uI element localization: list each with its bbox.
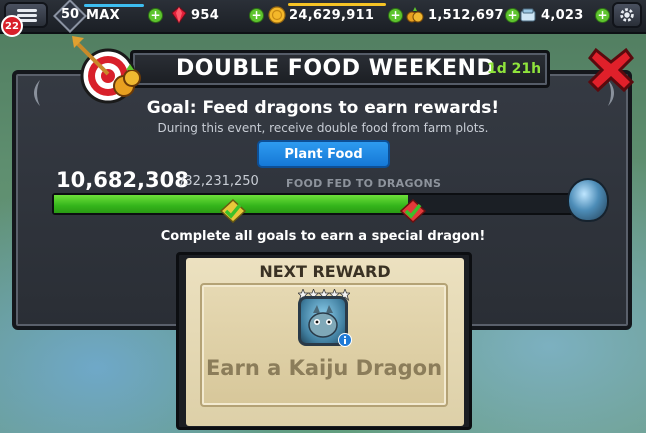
elixir-icon — [520, 8, 536, 22]
settings-button[interactable] — [612, 2, 642, 28]
plant-food-button[interactable]: Plant Food — [257, 140, 390, 168]
add-food-button[interactable]: + — [505, 8, 520, 23]
gold-count: 24,629,911 — [289, 8, 375, 23]
add-gold-button[interactable]: + — [388, 8, 403, 23]
gem-icon — [171, 6, 187, 24]
milestone-marker-icon — [400, 199, 426, 223]
reward-text: Earn a Kaiju Dragon — [205, 356, 443, 380]
gear-icon — [620, 8, 634, 22]
gems-count: 954 — [191, 8, 220, 23]
complete-goals-hint: Complete all goals to earn a special dra… — [160, 229, 486, 244]
notification-badge: 22 — [1, 15, 23, 37]
xp-bar — [84, 4, 144, 7]
dragon-egg-icon — [567, 178, 609, 222]
food-fed-total: /32,231,250 — [180, 174, 259, 189]
food-icon — [406, 7, 424, 23]
milestone-marker-icon — [220, 199, 246, 223]
food-fed-label: FOOD FED TO DRAGONS — [286, 177, 442, 190]
event-description: During this event, receive double food f… — [157, 121, 489, 135]
top-hud: 22 50 MAX + 954 + 24,629,911 + 1,512,697… — [0, 0, 646, 37]
add-elixir-button[interactable]: + — [595, 8, 610, 23]
add-gems-button[interactable]: + — [249, 8, 264, 23]
target-event-icon — [72, 36, 141, 104]
food-fed-current: 10,682,308 — [56, 168, 189, 192]
event-progress-bar — [52, 193, 576, 215]
next-reward-title: NEXT REWARD — [259, 262, 391, 281]
event-timer: 1d 21h — [487, 61, 542, 77]
close-button[interactable] — [586, 46, 636, 94]
player-level: 50 — [60, 7, 80, 22]
elixir-count: 4,023 — [541, 8, 584, 23]
event-goal: Goal: Feed dragons to earn rewards! — [146, 98, 500, 118]
info-icon[interactable] — [338, 333, 352, 347]
food-count: 1,512,697 — [428, 8, 504, 23]
gold-capacity-bar — [288, 3, 386, 6]
event-title: DOUBLE FOOD WEEKEND — [176, 56, 496, 81]
gold-coin-icon — [268, 6, 286, 24]
add-xp-button[interactable]: + — [148, 8, 163, 23]
xp-label: MAX — [86, 8, 120, 23]
